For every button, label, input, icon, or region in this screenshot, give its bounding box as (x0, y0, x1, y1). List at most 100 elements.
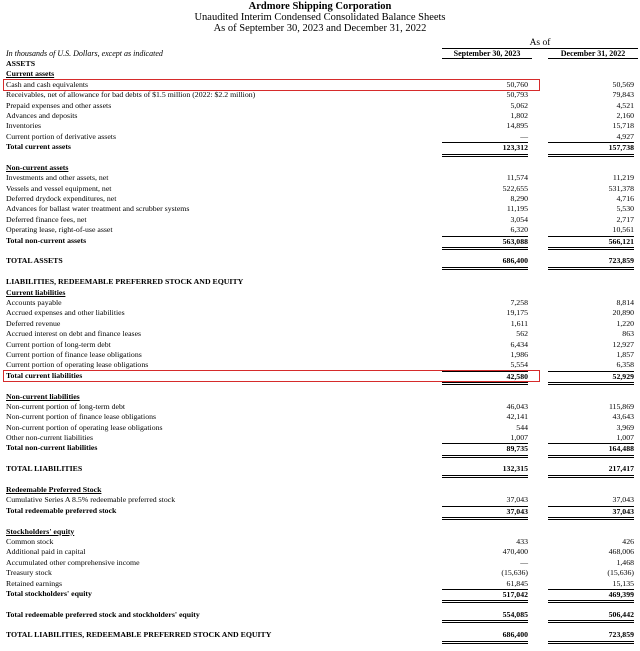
table-row: Current liabilities (0, 288, 640, 298)
value-sep-2023: 37,043 (506, 495, 528, 505)
table-row: Total non-current liabilities 89,735 164,4… (0, 443, 640, 458)
table-row (0, 475, 640, 485)
table-row: ASSETS (0, 59, 640, 69)
table-row: Advances and deposits 1,802 2,160 (0, 111, 640, 121)
row-label: Inventories (6, 121, 42, 131)
table-row: Non-current liabilities (0, 392, 640, 402)
row-label: Treasury stock (6, 568, 52, 578)
table-row: Operating lease, right-of-use asset 6,320… (0, 225, 640, 235)
value-sep-2023: 6,320 (510, 225, 528, 235)
value-sep-2023: 5,554 (510, 360, 528, 370)
value-dec-2022: 1,220 (616, 318, 634, 328)
value-sep-2023: 50,760 (506, 79, 528, 89)
table-row: Advances for ballast water treatment and… (0, 204, 640, 214)
value-sep-2023: 562 (516, 329, 528, 339)
table-row: Non-current portion of operating lease o… (0, 423, 640, 433)
value-dec-2022: 2,160 (616, 110, 634, 120)
value-dec-2022: 863 (622, 329, 634, 339)
row-label: Current portion of operating lease oblig… (6, 360, 149, 370)
statement-title: Unaudited Interim Condensed Consolidated… (194, 12, 446, 23)
table-row (0, 153, 640, 163)
value-dec-2022: 4,927 (616, 131, 634, 141)
balance-sheet-table: ASSETS Current assets Cash and cash equiva… (0, 59, 640, 644)
row-label: Retained earnings (6, 578, 63, 588)
table-row: Accounts payable 7,258 8,814 (0, 298, 640, 308)
table-row: TOTAL LIABILITIES 132,315 217,417 (0, 464, 640, 478)
value-sep-2023: 1,986 (510, 349, 528, 359)
table-row: Investments and other assets, net 11,574 1… (0, 173, 640, 183)
row-label: Non-current portion of finance lease obl… (6, 412, 157, 422)
table-row: Total current assets 123,312 157,738 (0, 142, 640, 157)
value-sep-2023: 8,290 (510, 194, 528, 204)
row-label: Non-current portion of long-term debt (6, 401, 126, 411)
value-dec-2022: 5,530 (616, 204, 634, 214)
table-row: Cash and cash equivalents 50,760 50,569 (0, 78, 640, 91)
table-row: Receivables, net of allowance for bad de… (0, 90, 640, 100)
row-label: TOTAL LIABILITIES, REDEEMABLE PREFERRED … (6, 630, 272, 640)
row-label: Investments and other assets, net (6, 173, 109, 183)
row-label: Current portion of finance lease obligat… (6, 349, 142, 359)
row-label: Accrued interest on debt and finance lea… (6, 329, 142, 339)
value-dec-2022: 15,135 (612, 578, 634, 588)
row-label: LIABILITIES, REDEEMABLE PREFERRED STOCK … (6, 277, 244, 287)
value-dec-2022: 11,219 (612, 173, 634, 183)
value-dec-2022: 1,007 (616, 433, 634, 443)
table-row (0, 267, 640, 277)
row-label: Current portion of derivative assets (6, 131, 116, 141)
row-label: Cumulative Series A 8.5% redeemable pref… (6, 495, 176, 505)
table-row (0, 620, 640, 630)
table-row (0, 381, 640, 391)
table-row: Deferred drydock expenditures, net 8,290 4… (0, 194, 640, 204)
value-dec-2022: 1,857 (616, 349, 634, 359)
row-label: Non-current liabilities (6, 391, 80, 401)
value-sep-2023: 544 (516, 422, 528, 432)
table-row: Other non-current liabilities 1,007 1,007 (0, 433, 640, 443)
row-label: Other non-current liabilities (6, 433, 94, 443)
row-label: Receivables, net of allowance for bad de… (6, 90, 256, 100)
table-row (0, 599, 640, 609)
table-row: Non-current portion of finance lease obl… (0, 412, 640, 422)
value-dec-2022: 37,043 (612, 495, 634, 505)
value-sep-2023: 5,062 (510, 100, 528, 110)
row-label: Total non-current assets (6, 235, 87, 245)
value-dec-2022: 4,521 (616, 100, 634, 110)
row-label: Total stockholders' equity (6, 588, 92, 598)
value-dec-2022: 10,561 (612, 225, 634, 235)
table-row: Total non-current assets 563,088 566,121 (0, 235, 640, 251)
row-label: Current assets (6, 69, 55, 79)
row-label: Vessels and vessel equipment, net (6, 183, 112, 193)
row-label: Non-current assets (6, 162, 69, 172)
table-row: Current portion of operating lease oblig… (0, 360, 640, 370)
table-row: Accrued expenses and other liabilities 19… (0, 308, 640, 318)
value-sep-2023: 61,845 (506, 578, 528, 588)
row-label: Advances and deposits (6, 110, 78, 120)
table-row: Treasury stock (15,636) (15,636) (0, 568, 640, 578)
table-row: Accumulated other comprehensive income — 1… (0, 558, 640, 568)
value-sep-2023: (15,636) (501, 568, 528, 578)
value-dec-2022: 79,843 (612, 90, 634, 100)
value-sep-2023: 6,434 (510, 339, 528, 349)
table-row (0, 516, 640, 526)
table-row: Cumulative Series A 8.5% redeemable pref… (0, 495, 640, 505)
value-dec-2022: 468,006 (608, 547, 634, 557)
row-label: Deferred finance fees, net (6, 214, 87, 224)
row-label: Stockholders' equity (6, 526, 75, 536)
table-row: Total stockholders' equity 517,042 469,399 (0, 588, 640, 604)
row-label: Advances for ballast water treatment and… (6, 204, 190, 214)
value-sep-2023: 7,258 (510, 297, 528, 307)
table-row: Accrued interest on debt and finance lea… (0, 329, 640, 339)
row-label: Additional paid in capital (6, 547, 86, 557)
value-sep-2023: 433 (516, 536, 528, 546)
table-row: Current assets (0, 69, 640, 79)
row-label: Deferred revenue (6, 318, 61, 328)
value-sep-2023: 46,043 (506, 401, 528, 411)
value-sep-2023: — (520, 131, 528, 141)
value-sep-2023: 42,141 (506, 412, 528, 422)
value-sep-2023: 1,802 (510, 110, 528, 120)
row-label: Deferred drydock expenditures, net (6, 194, 117, 204)
row-label: Accrued expenses and other liabilities (6, 308, 125, 318)
table-row: Deferred finance fees, net 3,054 2,717 (0, 215, 640, 225)
table-row: TOTAL LIABILITIES, REDEEMABLE PREFERRED … (0, 630, 640, 644)
table-row: Current portion of derivative assets — 4,9… (0, 132, 640, 142)
row-label: Total redeemable preferred stock (6, 505, 117, 515)
